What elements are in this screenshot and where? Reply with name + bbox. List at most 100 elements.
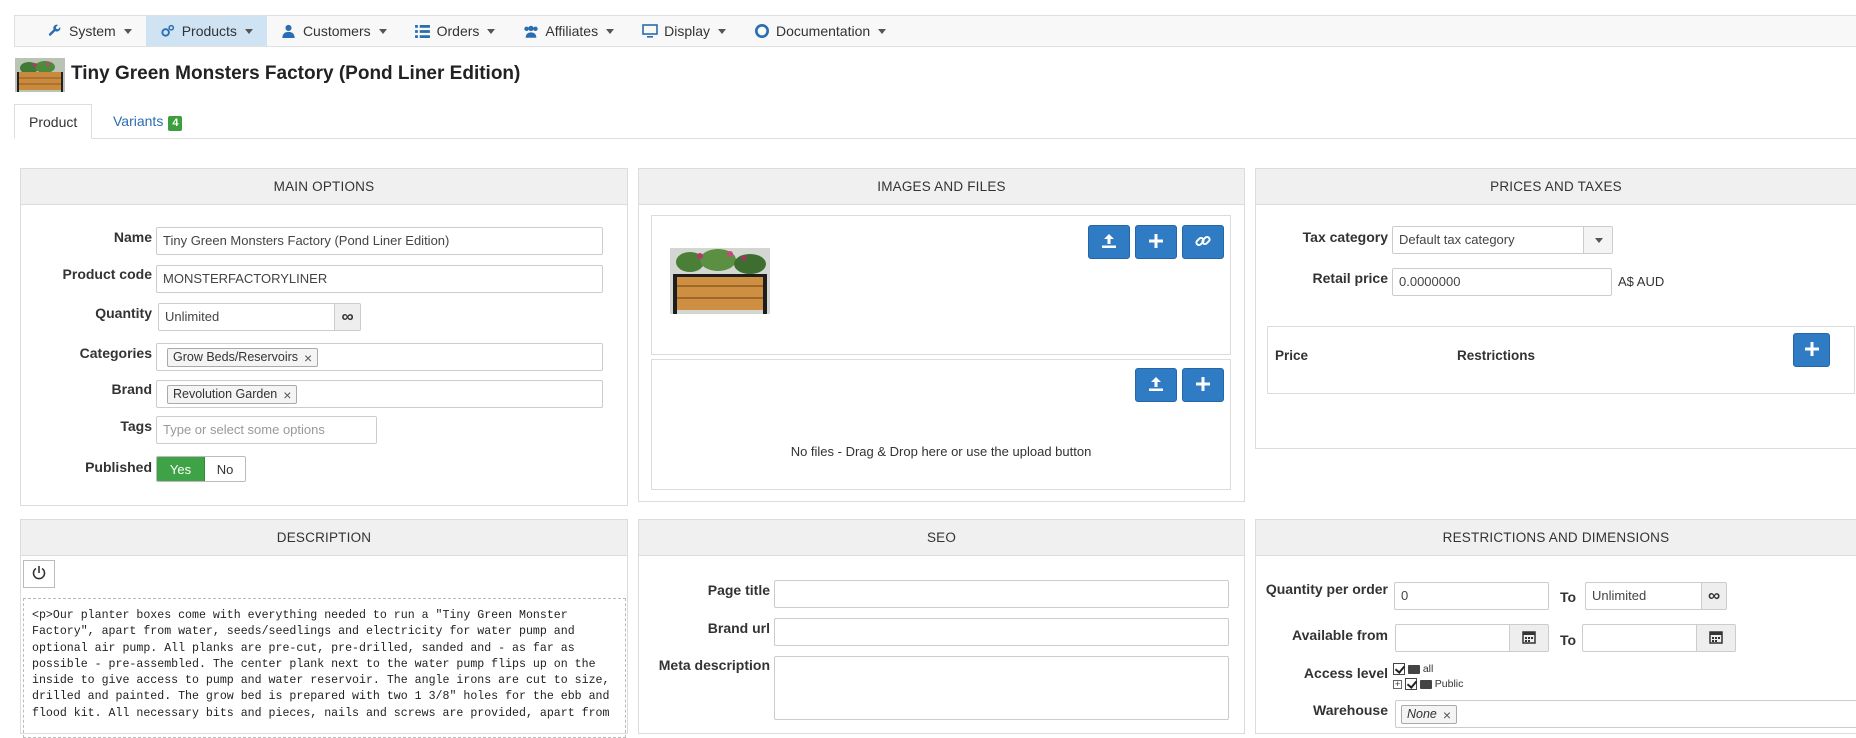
page-title-input[interactable] xyxy=(774,580,1229,608)
nav-label: Products xyxy=(181,23,237,39)
calendar-button[interactable] xyxy=(1509,624,1549,652)
remove-tag-icon[interactable]: × xyxy=(1443,708,1451,722)
nav-documentation[interactable]: Documentation xyxy=(740,16,900,46)
chevron-down-icon xyxy=(244,28,253,34)
calendar-button[interactable] xyxy=(1696,624,1736,652)
nav-orders[interactable]: Orders xyxy=(401,16,510,46)
tax-category-dropdown-button[interactable] xyxy=(1583,226,1613,254)
unlimited-toggle-button[interactable]: ∞ xyxy=(1701,582,1727,610)
list-icon xyxy=(415,23,431,39)
plus-icon xyxy=(1804,341,1819,359)
published-no-button[interactable]: No xyxy=(205,457,245,481)
tag-label: None xyxy=(1407,707,1437,721)
panel-heading: PRICES AND TAXES xyxy=(1256,169,1856,205)
tags-input[interactable]: Type or select some options xyxy=(156,416,377,444)
product-image[interactable] xyxy=(670,248,770,317)
add-file-button[interactable] xyxy=(1182,368,1224,402)
tax-category-select[interactable]: Default tax category xyxy=(1392,226,1584,254)
quantity-input[interactable]: Unlimited xyxy=(158,303,335,331)
images-dropzone[interactable] xyxy=(651,215,1231,355)
nav-display[interactable]: Display xyxy=(628,16,740,46)
add-image-url-button[interactable] xyxy=(1182,225,1224,259)
nav-customers[interactable]: Customers xyxy=(267,16,401,46)
price-list-table: Price Restrictions xyxy=(1267,326,1855,394)
warehouse-tag: None × xyxy=(1401,705,1458,724)
name-label: Name xyxy=(113,229,152,245)
user-icon xyxy=(281,23,297,39)
published-yes-button[interactable]: Yes xyxy=(157,457,205,481)
nav-label: Documentation xyxy=(776,23,871,39)
warehouse-label: Warehouse xyxy=(1313,702,1388,718)
panel-heading: DESCRIPTION xyxy=(21,520,627,556)
chevron-down-icon xyxy=(718,28,726,34)
tag-label: Grow Beds/Reservoirs xyxy=(173,350,299,364)
no-files-text: No files - Drag & Drop here or use the u… xyxy=(790,444,1092,459)
chevron-down-icon xyxy=(1595,237,1603,243)
checkbox-checked[interactable] xyxy=(1393,663,1405,676)
upload-icon xyxy=(1101,233,1117,252)
available-to-input[interactable] xyxy=(1582,624,1697,652)
qpo-max-value: Unlimited xyxy=(1592,588,1647,603)
brand-input[interactable]: Revolution Garden × xyxy=(156,380,603,408)
prices-taxes-panel: PRICES AND TAXES Tax category Default ta… xyxy=(1255,168,1856,449)
brand-url-input[interactable] xyxy=(774,618,1229,646)
quantity-label: Quantity xyxy=(95,305,152,321)
users-icon xyxy=(523,23,539,39)
quantity-value: Unlimited xyxy=(165,309,220,324)
folder-icon xyxy=(1407,664,1420,674)
toggle-editor-button[interactable] xyxy=(23,560,55,588)
files-dropzone[interactable]: No files - Drag & Drop here or use the u… xyxy=(651,359,1231,490)
panel-heading: MAIN OPTIONS xyxy=(21,169,627,205)
qpo-min-value: 0 xyxy=(1401,588,1409,603)
access-node-public: + Public xyxy=(1393,677,1463,691)
retail-price-input[interactable]: 0.0000000 xyxy=(1392,268,1612,296)
published-label: Published xyxy=(85,459,152,475)
nav-affiliates[interactable]: Affiliates xyxy=(509,16,628,46)
nav-label: Customers xyxy=(302,23,371,39)
expand-icon[interactable]: + xyxy=(1393,679,1402,689)
nav-label: Orders xyxy=(436,23,480,39)
link-icon xyxy=(1195,233,1211,252)
nav-products[interactable]: Products xyxy=(145,16,267,46)
nav-system[interactable]: System xyxy=(15,16,146,46)
upload-file-button[interactable] xyxy=(1135,368,1177,402)
quantity-per-order-max-input[interactable]: Unlimited xyxy=(1585,582,1702,610)
panel-heading: IMAGES AND FILES xyxy=(639,169,1244,205)
upload-image-button[interactable] xyxy=(1088,225,1130,259)
name-value: Tiny Green Monsters Factory (Pond Liner … xyxy=(163,233,450,248)
access-level-tree: all + Public xyxy=(1393,662,1463,691)
categories-label: Categories xyxy=(79,345,152,361)
published-toggle: Yes No xyxy=(156,456,246,482)
warehouse-input[interactable]: None × xyxy=(1395,700,1856,728)
folder-icon xyxy=(1419,679,1432,689)
product-code-input[interactable]: MONSTERFACTORYLINER xyxy=(156,265,603,293)
name-input[interactable]: Tiny Green Monsters Factory (Pond Liner … xyxy=(156,227,603,255)
retail-price-value: 0.0000000 xyxy=(1399,274,1461,289)
quantity-per-order-label: Quantity per order xyxy=(1265,581,1388,597)
tab-variants[interactable]: Variants 4 xyxy=(99,104,196,139)
access-label-public: Public xyxy=(1434,678,1464,690)
available-from-input[interactable] xyxy=(1395,624,1510,652)
unlimited-toggle-button[interactable]: ∞ xyxy=(334,303,361,331)
description-text: <p>Our planter boxes come with everythin… xyxy=(32,609,610,720)
product-thumbnail xyxy=(15,58,65,92)
currency-label: A$ AUD xyxy=(1618,274,1665,289)
add-image-button[interactable] xyxy=(1135,225,1177,259)
column-header-price: Price xyxy=(1275,348,1309,363)
remove-tag-icon[interactable]: × xyxy=(304,351,312,365)
description-textarea[interactable]: <p>Our planter boxes come with everythin… xyxy=(23,598,626,738)
available-from-label: Available from xyxy=(1292,627,1388,643)
tag-label: Revolution Garden xyxy=(173,387,278,401)
checkbox-checked[interactable] xyxy=(1404,678,1417,691)
to-label: To xyxy=(1560,632,1577,648)
page-title: Tiny Green Monsters Factory (Pond Liner … xyxy=(71,63,521,84)
remove-tag-icon[interactable]: × xyxy=(283,388,291,402)
add-price-button[interactable] xyxy=(1793,333,1830,367)
tab-product[interactable]: Product xyxy=(14,104,93,139)
meta-description-textarea[interactable] xyxy=(774,656,1229,720)
quantity-per-order-min-input[interactable]: 0 xyxy=(1394,582,1549,610)
panel-heading: RESTRICTIONS AND DIMENSIONS xyxy=(1256,520,1856,556)
images-files-panel: IMAGES AND FILES No files - Drag & Drop … xyxy=(638,168,1245,502)
categories-input[interactable]: Grow Beds/Reservoirs × xyxy=(156,343,603,371)
plus-icon xyxy=(1196,376,1210,394)
